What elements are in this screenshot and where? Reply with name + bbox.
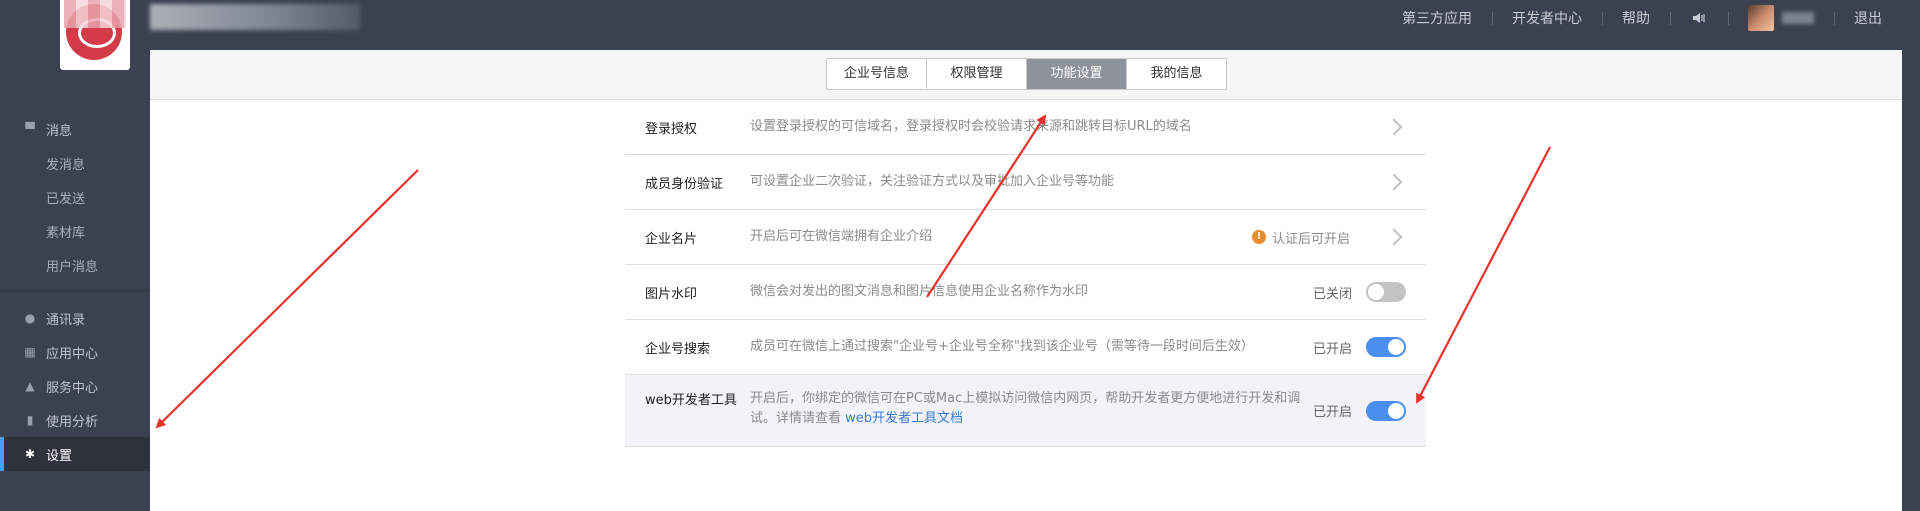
chevron-right-icon[interactable] bbox=[1385, 118, 1403, 136]
setting-name: 登录授权 bbox=[645, 121, 698, 137]
warning-text: 认证后可开启 bbox=[1271, 231, 1350, 247]
sidebar: ▀ 消息 发消息 已发送 素材库 用户消息 ● 通讯录 ▦ 应用中心 ▲ 服务中… bbox=[0, 102, 150, 511]
sidebar-item-materials[interactable]: 素材库 bbox=[0, 214, 150, 248]
warning-icon: ! bbox=[1251, 230, 1266, 244]
toggle-state-label: 已开启 bbox=[1312, 341, 1352, 357]
pixelated-overlay bbox=[64, 0, 126, 28]
setting-name: 成员身份验证 bbox=[645, 176, 724, 192]
toggle-knob bbox=[1388, 402, 1404, 419]
sidebar-item-user-messages[interactable]: 用户消息 bbox=[0, 248, 150, 282]
setting-desc: 可设置企业二次验证，关注验证方式以及审批加入企业号等功能 bbox=[750, 174, 1115, 189]
setting-desc: 成员可在微信上通过搜索"企业号+企业号全称"找到该企业号（需等待一段时间后生效） bbox=[750, 339, 1254, 354]
setting-desc-text: 开启后，你绑定的微信可在PC或Mac上模拟访问微信内网页，帮助开发者更方便地进行… bbox=[750, 391, 1301, 426]
search-toggle[interactable] bbox=[1366, 337, 1406, 357]
sidebar-item-label: 服务中心 bbox=[46, 380, 99, 396]
speaker-button[interactable] bbox=[1670, 0, 1728, 36]
setting-name: web开发者工具 bbox=[645, 393, 737, 408]
sidebar-item-label: 消息 bbox=[46, 123, 73, 139]
chevron-right-icon[interactable] bbox=[1385, 173, 1403, 191]
top-nav-third-party[interactable]: 第三方应用 bbox=[1382, 0, 1492, 36]
toggle-state-label: 已开启 bbox=[1312, 405, 1352, 420]
toggle-knob bbox=[1368, 284, 1384, 300]
tab-corp-info[interactable]: 企业号信息 bbox=[827, 59, 926, 89]
setting-row-web-devtools: web开发者工具 开启后，你绑定的微信可在PC或Mac上模拟访问微信内网页，帮助… bbox=[625, 375, 1426, 447]
toggle-state-label: 已关闭 bbox=[1312, 286, 1352, 302]
setting-row-watermark: 图片水印 微信会对发出的图文消息和图片信息使用企业名称作为水印 已关闭 bbox=[625, 265, 1426, 320]
watermark-toggle[interactable] bbox=[1366, 282, 1406, 302]
sidebar-item-send-message[interactable]: 发消息 bbox=[0, 146, 150, 180]
settings-list: 登录授权 设置登录授权的可信域名，登录授权时会校验请求来源和跳转目标URL的域名… bbox=[625, 100, 1426, 447]
avatar bbox=[1748, 5, 1774, 31]
sidebar-item-service[interactable]: ▲ 服务中心 bbox=[0, 369, 150, 403]
web-devtools-doc-link[interactable]: web开发者工具文档 bbox=[845, 411, 963, 426]
top-nav: 第三方应用 开发者中心 帮助 退出 bbox=[1382, 0, 1920, 36]
chevron-right-icon[interactable] bbox=[1385, 228, 1403, 246]
tab-group: 企业号信息 权限管理 功能设置 我的信息 bbox=[826, 58, 1227, 90]
service-icon: ▲ bbox=[25, 379, 35, 393]
sidebar-item-analytics[interactable]: ▮ 使用分析 bbox=[0, 403, 150, 437]
tab-feature-settings[interactable]: 功能设置 bbox=[1026, 59, 1126, 89]
sidebar-item-messages[interactable]: ▀ 消息 bbox=[0, 112, 150, 146]
top-nav-help[interactable]: 帮助 bbox=[1602, 0, 1670, 36]
setting-desc: 开启后，你绑定的微信可在PC或Mac上模拟访问微信内网页，帮助开发者更方便地进行… bbox=[750, 375, 1313, 429]
main-panel: 企业号信息 权限管理 功能设置 我的信息 登录授权 设置登录授权的可信域名，登录… bbox=[150, 50, 1902, 511]
tab-permissions[interactable]: 权限管理 bbox=[926, 59, 1026, 89]
web-devtools-toggle[interactable] bbox=[1366, 400, 1406, 421]
apps-icon: ▦ bbox=[24, 345, 36, 359]
setting-desc: 设置登录授权的可信域名，登录授权时会校验请求来源和跳转目标URL的域名 bbox=[750, 119, 1192, 134]
logout-link[interactable]: 退出 bbox=[1834, 0, 1920, 36]
setting-desc: 微信会对发出的图文消息和图片信息使用企业名称作为水印 bbox=[750, 284, 1089, 299]
sidebar-item-sent[interactable]: 已发送 bbox=[0, 180, 150, 214]
nav-group-main: ● 通讯录 ▦ 应用中心 ▲ 服务中心 ▮ 使用分析 ✱ 设置 bbox=[0, 291, 150, 479]
setting-row-login-auth[interactable]: 登录授权 设置登录授权的可信域名，登录授权时会校验请求来源和跳转目标URL的域名 bbox=[625, 100, 1426, 155]
contacts-icon: ● bbox=[24, 311, 36, 325]
top-nav-developer-center[interactable]: 开发者中心 bbox=[1492, 0, 1602, 36]
gear-icon: ✱ bbox=[24, 447, 36, 461]
tab-my-info[interactable]: 我的信息 bbox=[1126, 59, 1226, 89]
user-menu[interactable] bbox=[1728, 0, 1834, 36]
sidebar-item-label: 通讯录 bbox=[46, 312, 86, 328]
analytics-icon: ▮ bbox=[26, 413, 34, 427]
setting-row-business-card[interactable]: 企业名片 开启后可在微信端拥有企业介绍 ! 认证后可开启 bbox=[625, 210, 1426, 265]
nav-group-messages: ▀ 消息 发消息 已发送 素材库 用户消息 bbox=[0, 102, 150, 291]
username-blurred bbox=[1782, 12, 1814, 24]
sidebar-item-settings[interactable]: ✱ 设置 bbox=[0, 437, 150, 471]
sidebar-item-contacts[interactable]: ● 通讯录 bbox=[0, 301, 150, 335]
sidebar-item-label: 应用中心 bbox=[46, 346, 99, 362]
sidebar-item-label: 设置 bbox=[46, 448, 73, 464]
setting-name: 企业号搜索 bbox=[645, 341, 711, 357]
setting-row-member-verify[interactable]: 成员身份验证 可设置企业二次验证，关注验证方式以及审批加入企业号等功能 bbox=[625, 155, 1426, 210]
setting-row-search: 企业号搜索 成员可在微信上通过搜索"企业号+企业号全称"找到该企业号（需等待一段… bbox=[625, 320, 1426, 375]
corp-logo[interactable] bbox=[60, 0, 130, 70]
tab-bar: 企业号信息 权限管理 功能设置 我的信息 bbox=[150, 50, 1902, 100]
toggle-knob bbox=[1388, 339, 1404, 355]
setting-name: 企业名片 bbox=[645, 231, 698, 247]
speaker-icon bbox=[1693, 13, 1705, 23]
sidebar-item-label: 使用分析 bbox=[46, 414, 99, 430]
sidebar-item-apps[interactable]: ▦ 应用中心 bbox=[0, 335, 150, 369]
top-bar: 第三方应用 开发者中心 帮助 退出 bbox=[0, 0, 1920, 70]
setting-name: 图片水印 bbox=[645, 286, 698, 302]
corp-name-blurred bbox=[150, 4, 360, 30]
setting-desc: 开启后可在微信端拥有企业介绍 bbox=[750, 229, 933, 244]
message-icon: ▀ bbox=[25, 122, 35, 136]
